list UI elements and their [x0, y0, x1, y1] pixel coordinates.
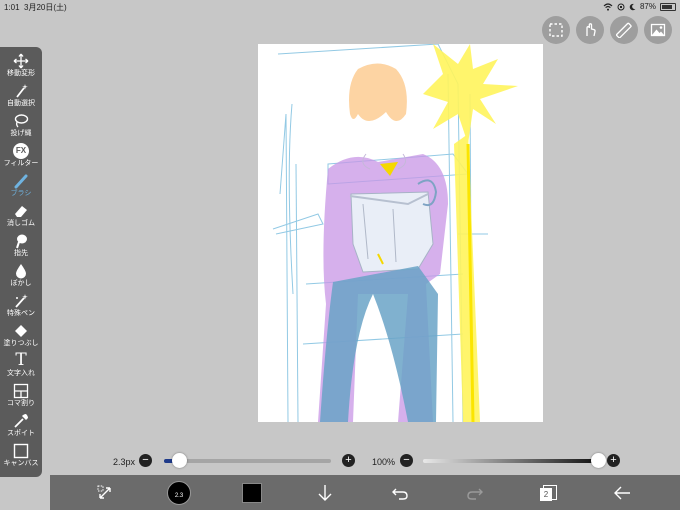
tool-auto-select[interactable]: 自動選択	[0, 81, 42, 111]
fill-bucket-icon	[15, 325, 27, 337]
magic-wand-icon	[16, 84, 28, 98]
tool-finger[interactable]: 指先	[0, 231, 42, 261]
tool-eraser[interactable]: 消しゴム	[0, 201, 42, 231]
hand-tool-button[interactable]	[576, 16, 604, 44]
ruler-button[interactable]	[610, 16, 638, 44]
tool-label: 移動変形	[7, 70, 35, 77]
opacity-slider-knob[interactable]	[590, 453, 606, 468]
tool-frame-divider[interactable]: コマ割り	[0, 381, 42, 411]
opacity-increase-button[interactable]: +	[607, 454, 620, 467]
tool-label: 塗りつぶし	[3, 340, 39, 347]
brush-size-decrease-button[interactable]: −	[139, 454, 152, 467]
tool-palette: 移動変形 自動選択 投げ縄 FX フィルター ブラシ 消しゴム 指先 ぼかし 特…	[0, 47, 42, 477]
status-date: 3月20日(土)	[24, 3, 67, 12]
tool-label: 自動選択	[7, 100, 35, 107]
brush-size-value: 2.3px	[113, 457, 136, 467]
tool-filter[interactable]: FX フィルター	[0, 141, 42, 171]
tool-eyedropper[interactable]: スポイト	[0, 411, 42, 441]
finger-icon	[16, 234, 27, 249]
down-arrow-icon	[318, 484, 332, 501]
status-time: 1:01	[4, 3, 20, 12]
color-picker-button[interactable]	[237, 475, 267, 510]
top-right-controls	[542, 16, 672, 44]
tool-label: フィルター	[3, 160, 39, 167]
opacity-value: 100%	[372, 457, 396, 467]
quick-menu-button[interactable]	[90, 475, 120, 510]
tool-fill[interactable]: 塗りつぶし	[0, 321, 42, 351]
moon-icon	[629, 3, 636, 10]
tool-text[interactable]: T 文字入れ	[0, 351, 42, 381]
opacity-decrease-button[interactable]: −	[400, 454, 413, 467]
brush-size-increase-button[interactable]: +	[342, 454, 355, 467]
wifi-icon	[603, 2, 613, 11]
brush-size-preview: 2.3	[167, 480, 191, 505]
blur-drop-icon	[16, 264, 26, 279]
battery-icon	[660, 2, 676, 11]
download-button[interactable]	[310, 475, 340, 510]
drawing-canvas[interactable]	[258, 43, 543, 423]
sketch-artwork	[272, 43, 518, 423]
layer-count: 2	[540, 487, 552, 501]
text-icon: T	[15, 350, 27, 370]
brush-size-preview-button[interactable]: 2.3	[164, 475, 194, 510]
redo-button[interactable]	[460, 475, 490, 510]
brush-size-slider-knob[interactable]	[171, 453, 187, 468]
tool-move-transform[interactable]: 移動変形	[0, 51, 42, 81]
tool-brush[interactable]: ブラシ	[0, 171, 42, 201]
tool-label: コマ割り	[7, 400, 35, 407]
fx-icon: FX	[13, 143, 29, 159]
back-arrow-icon	[614, 486, 630, 499]
tool-label: 指先	[14, 250, 28, 257]
status-bar: 1:01 3月20日(土) 87%	[0, 0, 680, 14]
ruler-icon	[616, 22, 632, 38]
brush-size-row: 2.3px − + 100% − +	[0, 452, 680, 470]
undo-icon	[392, 488, 408, 500]
orientation-lock-icon	[617, 3, 625, 10]
bottom-toolbar: 2.3 2	[50, 475, 680, 510]
tool-label: 消しゴム	[7, 220, 35, 227]
layers-icon: 2	[540, 484, 557, 501]
hand-icon	[586, 23, 596, 37]
gallery-button[interactable]	[644, 16, 672, 44]
tool-special-pen[interactable]: 特殊ペン	[0, 291, 42, 321]
current-color-swatch	[242, 482, 262, 503]
tool-label: 特殊ペン	[7, 310, 35, 317]
special-pen-icon	[15, 294, 28, 308]
tool-blur[interactable]: ぼかし	[0, 261, 42, 291]
tool-label: スポイト	[7, 430, 35, 437]
tool-label: ぼかし	[10, 280, 32, 287]
tool-label: 文字入れ	[7, 370, 35, 377]
lasso-icon	[14, 114, 29, 128]
frame-divider-icon	[13, 383, 29, 399]
back-button[interactable]	[607, 475, 637, 510]
undo-button[interactable]	[385, 475, 415, 510]
eraser-icon	[15, 206, 27, 217]
eyedropper-icon	[14, 414, 28, 428]
tool-label: 投げ縄	[10, 130, 32, 137]
image-icon	[650, 23, 666, 37]
brush-icon	[14, 174, 28, 189]
transform-arrows-icon	[97, 485, 111, 499]
dashed-selection-icon	[549, 23, 563, 37]
selection-button[interactable]	[542, 16, 570, 44]
tool-lasso[interactable]: 投げ縄	[0, 111, 42, 141]
tool-label: ブラシ	[10, 190, 32, 197]
battery-percent: 87%	[639, 2, 656, 11]
brush-size-slider[interactable]	[164, 459, 331, 463]
layers-button[interactable]: 2	[533, 475, 563, 510]
move-icon	[13, 53, 29, 69]
opacity-slider[interactable]	[423, 459, 598, 463]
redo-icon	[467, 488, 483, 500]
